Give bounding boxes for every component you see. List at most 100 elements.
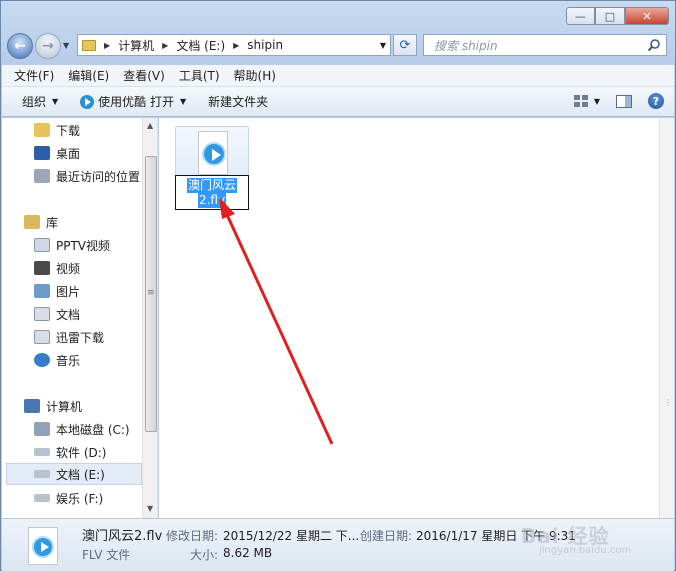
address-bar[interactable]: ▶ 计算机 ▶ 文档 (E:) ▶ shipin ▼ — [77, 34, 391, 56]
details-size-label: 大小: — [190, 548, 219, 562]
nav-item-documents[interactable]: 文档 — [34, 303, 157, 325]
refresh-button[interactable]: ⟳ — [393, 34, 417, 56]
back-button[interactable]: ← — [7, 33, 33, 59]
address-dropdown-icon[interactable]: ▼ — [380, 41, 386, 50]
nav-item-label: 计算机 — [46, 399, 83, 414]
nav-item-drive-d[interactable]: 软件 (D:) — [34, 441, 157, 463]
open-with-button[interactable]: 使用优酷 打开 ▼ — [80, 93, 186, 110]
chevron-right-icon[interactable]: ▶ — [104, 41, 110, 50]
file-name-editor[interactable]: 澳门风云 2.flv — [175, 175, 249, 210]
nav-item-label: 本地磁盘 (C:) — [56, 422, 130, 437]
new-folder-label: 新建文件夹 — [208, 95, 269, 109]
refresh-icon: ⟳ — [399, 37, 411, 53]
organize-label: 组织 — [22, 95, 47, 109]
documents-library-icon — [34, 307, 50, 321]
view-controls: ▼ ? — [573, 93, 664, 109]
help-icon[interactable]: ? — [648, 93, 664, 109]
close-button[interactable]: ✕ — [625, 7, 669, 25]
thunder-download-icon — [34, 330, 50, 344]
search-placeholder: 搜索 shipin — [434, 38, 498, 53]
computer-icon — [24, 399, 40, 413]
nav-item-pptv[interactable]: PPTV视频 — [34, 234, 157, 256]
pictures-library-icon — [34, 284, 50, 298]
chevron-right-icon[interactable]: ▶ — [233, 41, 239, 50]
forward-button[interactable]: → — [35, 33, 61, 59]
nav-item-drive-f[interactable]: 娱乐 (F:) — [34, 487, 157, 509]
menu-tools[interactable]: 工具(T) — [179, 67, 220, 84]
drive-d-icon — [34, 448, 50, 456]
details-modified-label: 修改日期: — [166, 529, 219, 543]
menu-file[interactable]: 文件(F) — [14, 67, 54, 84]
drive-e-icon — [34, 470, 50, 478]
chevron-right-icon[interactable]: ▶ — [162, 41, 168, 50]
nav-item-label: 视频 — [56, 261, 81, 276]
pptv-icon — [34, 238, 50, 252]
breadcrumb-computer[interactable]: 计算机 — [118, 37, 154, 54]
new-folder-button[interactable]: 新建文件夹 — [208, 93, 268, 110]
nav-item-videos[interactable]: 视频 — [34, 257, 157, 279]
organize-button[interactable]: 组织 ▼ — [22, 93, 58, 110]
minimize-button[interactable]: — — [566, 7, 595, 25]
nav-item-computer[interactable]: 计算机 — [24, 395, 157, 417]
nav-item-drive-e[interactable]: 文档 (E:) — [6, 463, 142, 485]
file-list-area[interactable]: 澳门风云 2.flv — [159, 118, 659, 518]
recent-places-icon — [34, 169, 50, 183]
nav-item-drive-c[interactable]: 本地磁盘 (C:) — [34, 418, 157, 440]
file-thumbnail[interactable] — [175, 126, 249, 176]
scroll-grip-icon: ⋮ — [664, 398, 672, 407]
nav-item-thunder[interactable]: 迅雷下载 — [34, 326, 157, 348]
scroll-up-icon[interactable]: ▲ — [147, 121, 153, 130]
breadcrumb-shipin[interactable]: shipin — [247, 38, 283, 52]
menu-edit[interactable]: 编辑(E) — [68, 67, 109, 84]
nav-item-downloads[interactable]: 下载 — [34, 119, 157, 141]
system-drive-icon — [34, 422, 50, 436]
open-with-label: 使用优酷 打开 — [98, 95, 174, 109]
nav-item-label: 音乐 — [56, 353, 81, 368]
nav-item-label: PPTV视频 — [56, 238, 111, 253]
recent-pages-dropdown[interactable]: ▼ — [63, 41, 69, 50]
details-file-type: FLV 文件 — [82, 548, 131, 562]
menu-bar: 文件(F) 编辑(E) 查看(V) 工具(T) 帮助(H) — [2, 65, 674, 87]
download-folder-icon — [34, 123, 50, 137]
menu-help[interactable]: 帮助(H) — [234, 67, 276, 84]
drive-f-icon — [34, 494, 50, 502]
change-view-button[interactable]: ▼ — [573, 95, 600, 107]
nav-item-recent-places[interactable]: 最近访问的位置 — [34, 165, 157, 187]
maximize-button[interactable]: □ — [595, 7, 625, 25]
content-scrollbar[interactable]: ⋮ — [659, 118, 674, 518]
nav-item-label: 下载 — [56, 123, 81, 138]
nav-item-libraries[interactable]: 库 — [24, 211, 157, 233]
explorer-window: — □ ✕ ← → ▼ ▶ 计算机 ▶ 文档 (E:) ▶ shipin ▼ ⟳… — [0, 0, 676, 571]
nav-item-pictures[interactable]: 图片 — [34, 280, 157, 302]
desktop-icon — [34, 146, 50, 160]
nav-item-desktop[interactable]: 桌面 — [34, 142, 157, 164]
scroll-down-icon[interactable]: ▼ — [147, 504, 153, 513]
nav-item-label: 软件 (D:) — [56, 445, 107, 460]
navigation-scrollbar[interactable]: ▲ ≡ ▼ — [142, 118, 157, 518]
scroll-grip-icon: ≡ — [147, 288, 155, 298]
nav-item-label: 迅雷下载 — [56, 330, 105, 345]
baidu-watermark-url: jingyan.baidu.com — [539, 545, 632, 556]
nav-item-music[interactable]: 音乐 — [34, 349, 157, 371]
caption-buttons: — □ ✕ — [566, 7, 669, 25]
file-name-line2: 2.flv — [197, 192, 227, 208]
nav-item-label: 图片 — [56, 284, 81, 299]
command-bar: 组织 ▼ 使用优酷 打开 ▼ 新建文件夹 ▼ ? — [2, 87, 674, 117]
details-file-name: 澳门风云2.flv — [82, 529, 163, 544]
preview-pane-icon[interactable] — [616, 94, 632, 108]
breadcrumb-drive-e[interactable]: 文档 (E:) — [176, 37, 225, 54]
chevron-down-icon: ▼ — [52, 97, 59, 106]
music-library-icon — [34, 353, 50, 367]
search-input[interactable]: 搜索 shipin — [423, 34, 667, 56]
navigation-row: ← → ▼ ▶ 计算机 ▶ 文档 (E:) ▶ shipin ▼ ⟳ 搜索 sh… — [7, 31, 671, 59]
details-modified-value: 2015/12/22 星期二 下... — [223, 529, 360, 543]
menu-view[interactable]: 查看(V) — [123, 67, 165, 84]
nav-item-label: 文档 — [56, 307, 81, 322]
chevron-down-icon: ▼ — [593, 96, 600, 106]
nav-item-label: 库 — [46, 215, 59, 230]
nav-item-label: 最近访问的位置 — [56, 169, 141, 184]
youku-play-icon — [80, 94, 95, 109]
file-item[interactable]: 澳门风云 2.flv — [175, 126, 249, 212]
search-icon[interactable] — [647, 38, 661, 52]
nav-item-label: 娱乐 (F:) — [56, 491, 104, 506]
